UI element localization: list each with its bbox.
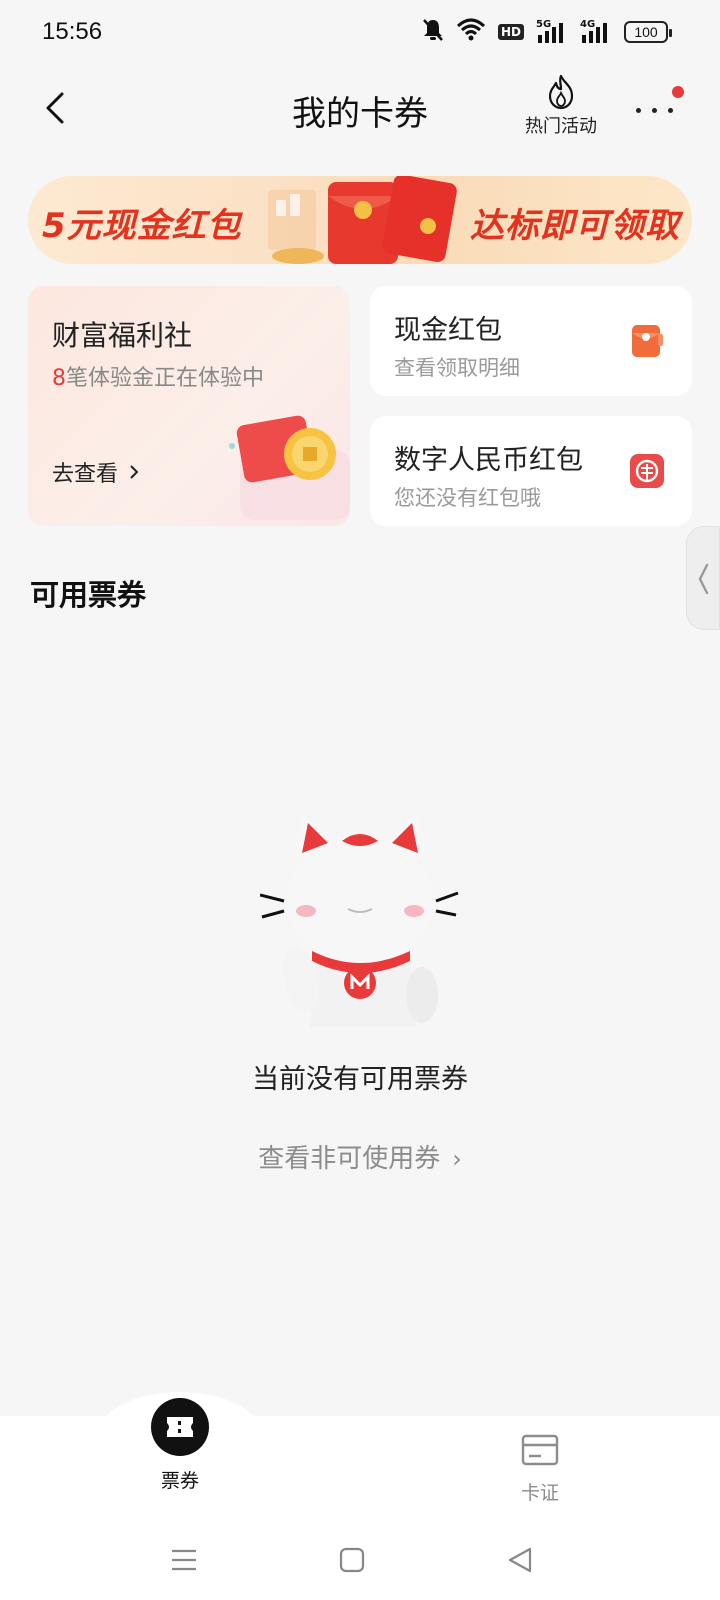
header: 我的卡券 热门活动 bbox=[0, 64, 720, 154]
signal-5g-icon: 5G bbox=[536, 19, 568, 45]
triangle-back-icon bbox=[508, 1547, 532, 1573]
hot-activity-button[interactable]: 热门活动 bbox=[516, 74, 606, 144]
section-title: 可用票券 bbox=[30, 578, 147, 612]
welfare-title: 财富福利社 bbox=[52, 319, 193, 352]
cash-red-envelope-card[interactable]: 现金红包 查看领取明细 bbox=[370, 286, 692, 396]
card-icon bbox=[521, 1434, 559, 1466]
status-time: 15:56 bbox=[42, 18, 103, 45]
welfare-count: 8 bbox=[52, 366, 66, 391]
banner-left-text: 5元现金红包 bbox=[42, 206, 242, 246]
digital-rmb-icon bbox=[630, 454, 664, 488]
more-icon bbox=[636, 108, 641, 113]
view-unusable-label: 查看非可使用券 bbox=[258, 1144, 441, 1174]
bottom-nav: 票券 卡证 bbox=[0, 1398, 720, 1520]
red-envelope-icon bbox=[632, 325, 663, 357]
square-icon bbox=[339, 1547, 365, 1573]
hd-icon: HD bbox=[497, 24, 524, 40]
cash-card-title: 现金红包 bbox=[394, 315, 502, 346]
empty-message: 当前没有可用票券 bbox=[252, 1064, 468, 1095]
wallet-coin-illustration bbox=[229, 415, 350, 520]
home-button[interactable] bbox=[336, 1544, 368, 1576]
promo-banner[interactable]: 5元现金红包 达标即可领取 bbox=[28, 176, 692, 264]
digital-rmb-envelope-card[interactable]: 数字人民币红包 您还没有红包哦 bbox=[370, 416, 692, 526]
welfare-view-link[interactable]: 去查看 bbox=[52, 456, 140, 488]
ecny-card-title: 数字人民币红包 bbox=[394, 445, 583, 476]
recent-apps-button[interactable] bbox=[168, 1544, 200, 1576]
cash-card-subtitle: 查看领取明细 bbox=[394, 356, 520, 380]
banner-right-text: 达标即可领取 bbox=[470, 206, 680, 246]
signal-4g-icon: 4G bbox=[580, 19, 612, 45]
tab-cards-label: 卡证 bbox=[520, 1482, 559, 1504]
status-bar: 15:56 HD 5G 4G 100 bbox=[0, 0, 720, 64]
more-icon-dot bbox=[652, 108, 657, 113]
system-nav-bar bbox=[0, 1520, 720, 1600]
more-button[interactable] bbox=[636, 86, 696, 124]
mute-icon bbox=[422, 18, 444, 46]
red-envelope-illustration bbox=[268, 176, 457, 264]
view-unusable-link[interactable]: 查看非可使用券 › bbox=[0, 1138, 720, 1175]
tab-tickets[interactable]: 票券 bbox=[120, 1398, 240, 1493]
wealth-welfare-card[interactable]: 财富福利社 8笔体验金正在体验中 去查看 bbox=[28, 286, 350, 526]
tab-cards[interactable]: 卡证 bbox=[480, 1434, 600, 1505]
menu-lines-icon bbox=[172, 1549, 196, 1571]
status-icons: HD 5G 4G 100 bbox=[422, 18, 672, 46]
welfare-subtitle-text: 笔体验金正在体验中 bbox=[66, 366, 265, 391]
page-title: 我的卡券 bbox=[292, 94, 428, 134]
chevron-right-icon bbox=[130, 465, 139, 479]
chevron-right-icon: › bbox=[452, 1145, 462, 1173]
hot-activity-label: 热门活动 bbox=[525, 116, 597, 137]
tab-tickets-label: 票券 bbox=[160, 1470, 199, 1492]
battery-level: 100 bbox=[634, 24, 658, 40]
cat-mascot-illustration bbox=[260, 809, 459, 1027]
notification-dot bbox=[672, 86, 684, 98]
ticket-icon bbox=[151, 1398, 209, 1456]
flame-icon bbox=[548, 74, 574, 110]
system-back-button[interactable] bbox=[504, 1544, 536, 1576]
side-drawer-handle[interactable] bbox=[686, 526, 720, 630]
welfare-link-label: 去查看 bbox=[52, 462, 119, 487]
more-icon-dot bbox=[668, 108, 673, 113]
welfare-subtitle: 8笔体验金正在体验中 bbox=[52, 360, 264, 392]
ecny-card-subtitle: 您还没有红包哦 bbox=[394, 486, 541, 510]
battery-icon: 100 bbox=[624, 21, 672, 43]
wifi-icon bbox=[456, 18, 486, 46]
chevron-left-icon bbox=[698, 563, 709, 595]
